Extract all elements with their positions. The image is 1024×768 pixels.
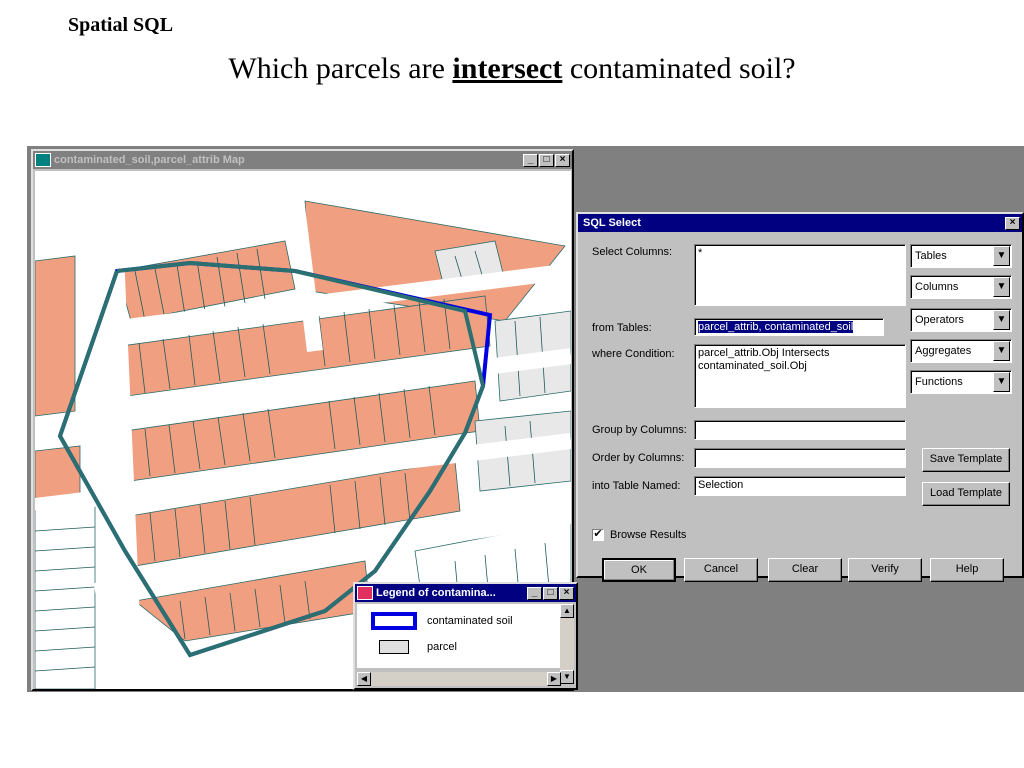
legend-item: contaminated soil: [371, 612, 513, 630]
title-before: Which parcels are: [228, 52, 453, 85]
legend-titlebar[interactable]: Legend of contamina... _ □ ×: [355, 584, 576, 602]
legend-item: parcel: [371, 640, 457, 654]
where-condition-label: where Condition:: [592, 348, 675, 360]
title-highlight: intersect: [452, 52, 563, 85]
ok-button[interactable]: OK: [602, 558, 676, 582]
parcel-swatch: [379, 640, 409, 654]
sql-dialog-body: Select Columns: * from Tables: parcel_at…: [578, 232, 1022, 582]
save-template-button[interactable]: Save Template: [922, 448, 1010, 472]
functions-combo[interactable]: Functions ▼: [910, 370, 1012, 394]
browse-results-label: Browse Results: [610, 529, 687, 541]
map-titlebar[interactable]: contaminated_soil,parcel_attrib Map _ □ …: [33, 151, 572, 169]
select-columns-field[interactable]: *: [694, 244, 906, 306]
functions-combo-label: Functions: [915, 376, 963, 388]
order-by-field[interactable]: [694, 448, 906, 468]
verify-button[interactable]: Verify: [848, 558, 922, 582]
minimize-icon[interactable]: _: [527, 586, 542, 600]
minimize-icon[interactable]: _: [523, 153, 538, 167]
select-columns-label: Select Columns:: [592, 246, 673, 258]
where-condition-field[interactable]: parcel_attrib.Obj Intersects contaminate…: [694, 344, 906, 408]
map-app-icon: [35, 153, 51, 167]
dropdown-arrow-icon[interactable]: ▼: [993, 372, 1010, 392]
sql-select-dialog[interactable]: SQL Select × Select Columns: * from Tabl…: [576, 212, 1024, 582]
columns-combo-label: Columns: [915, 281, 959, 293]
clear-button[interactable]: Clear: [768, 558, 842, 582]
scroll-down-icon[interactable]: ▼: [560, 670, 574, 684]
from-tables-field[interactable]: parcel_attrib, contaminated_soil: [694, 318, 884, 336]
tables-combo-label: Tables: [915, 250, 947, 262]
maximize-icon[interactable]: □: [543, 586, 558, 600]
legend-window-title: Legend of contamina...: [376, 587, 496, 599]
help-button[interactable]: Help: [930, 558, 1004, 582]
operators-combo[interactable]: Operators ▼: [910, 308, 1012, 332]
map-window-title: contaminated_soil,parcel_attrib Map: [54, 154, 245, 166]
into-table-field[interactable]: Selection: [694, 476, 906, 496]
legend-canvas: contaminated soil parcel: [357, 604, 561, 668]
legend-horizontal-scrollbar[interactable]: ◀ ▶: [357, 672, 561, 686]
scroll-left-icon[interactable]: ◀: [357, 672, 371, 686]
legend-app-icon: [357, 586, 373, 600]
close-icon[interactable]: ×: [559, 586, 574, 600]
scroll-right-icon[interactable]: ▶: [547, 672, 561, 686]
slide-title: Which parcels are intersect contaminated…: [0, 52, 1024, 86]
close-icon[interactable]: ×: [555, 153, 570, 167]
aggregates-combo[interactable]: Aggregates ▼: [910, 339, 1012, 363]
legend-window[interactable]: Legend of contamina... _ □ × contaminate…: [353, 582, 578, 690]
slide-small-title: Spatial SQL: [68, 14, 174, 36]
maximize-icon[interactable]: □: [539, 153, 554, 167]
sql-titlebar[interactable]: SQL Select ×: [578, 214, 1022, 232]
aggregates-combo-label: Aggregates: [915, 345, 972, 357]
sql-dialog-title: SQL Select: [583, 217, 641, 229]
order-by-label: Order by Columns:: [592, 452, 685, 464]
group-by-label: Group by Columns:: [592, 424, 687, 436]
contaminated-soil-swatch: [371, 612, 417, 630]
legend-vertical-scrollbar[interactable]: ▲ ▼: [560, 604, 574, 684]
title-after: contaminated soil?: [562, 52, 796, 85]
group-by-field[interactable]: [694, 420, 906, 440]
scroll-up-icon[interactable]: ▲: [560, 604, 574, 618]
dropdown-arrow-icon[interactable]: ▼: [993, 341, 1010, 361]
desktop-screenshot: contaminated_soil,parcel_attrib Map _ □ …: [27, 146, 1024, 692]
legend-item-label: contaminated soil: [427, 615, 513, 627]
from-tables-value: parcel_attrib, contaminated_soil: [698, 321, 854, 333]
load-template-button[interactable]: Load Template: [922, 482, 1010, 506]
browse-results-checkbox[interactable]: ✔: [592, 529, 604, 541]
cancel-button[interactable]: Cancel: [684, 558, 758, 582]
columns-combo[interactable]: Columns ▼: [910, 275, 1012, 299]
from-tables-label: from Tables:: [592, 322, 652, 334]
dropdown-arrow-icon[interactable]: ▼: [993, 277, 1010, 297]
into-table-label: into Table Named:: [592, 480, 681, 492]
legend-item-label: parcel: [427, 641, 457, 653]
close-icon[interactable]: ×: [1005, 216, 1020, 230]
tables-combo[interactable]: Tables ▼: [910, 244, 1012, 268]
dropdown-arrow-icon[interactable]: ▼: [993, 246, 1010, 266]
dropdown-arrow-icon[interactable]: ▼: [993, 310, 1010, 330]
operators-combo-label: Operators: [915, 314, 964, 326]
